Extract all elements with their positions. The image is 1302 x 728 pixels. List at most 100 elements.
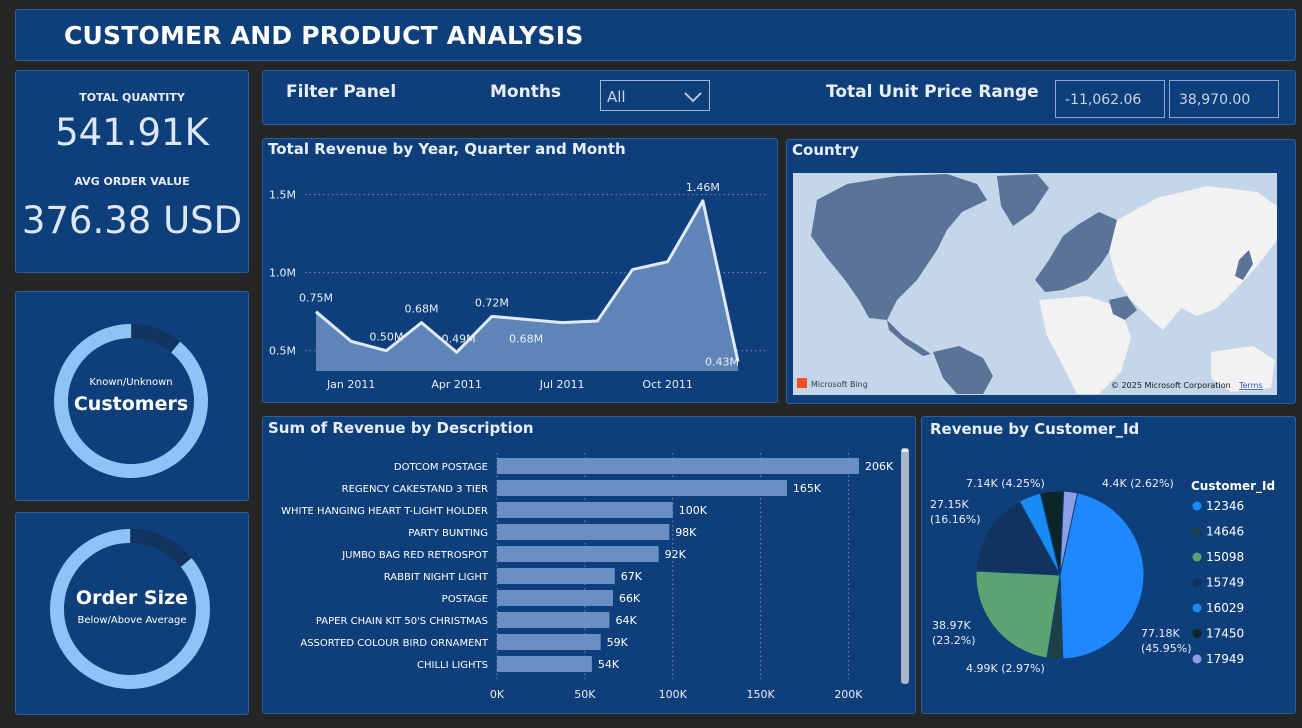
revenue-by-description-chart[interactable]: 0K 50K 100K 150K 200K DOTCOM POSTAGE 206K REGEN… <box>263 417 917 715</box>
legend-swatch <box>1192 578 1202 587</box>
legend-title: Customer_Id <box>1191 479 1275 494</box>
order-size-gauge-line1: Order Size <box>76 587 188 609</box>
x-tick-label: Oct 2011 <box>642 378 693 391</box>
data-label: 0.49M <box>442 332 476 345</box>
revenue-by-month-chart[interactable]: 0.5M 1.0M 1.5M 0.75M 0.50M 0.68M 0.49M 0.72M 0.6… <box>263 139 779 404</box>
pie-slice <box>975 570 1061 659</box>
legend-item: 16029 <box>1206 601 1244 615</box>
bar-category-label: CHILLI LIGHTS <box>417 660 488 671</box>
x-tick-label: 100K <box>659 688 688 701</box>
total-quantity-label: TOTAL QUANTITY <box>79 91 185 104</box>
y-tick-label: 0.5M <box>269 345 296 358</box>
bing-label: Microsoft Bing <box>811 380 868 389</box>
bar <box>497 480 787 496</box>
filter-panel-label: Filter Panel <box>286 82 397 102</box>
revenue-by-customer-card: Revenue by Customer_Id 77.18K (45.95%) 4.9… <box>921 416 1296 714</box>
y-tick-label: 1.5M <box>269 189 296 202</box>
revenue-by-customer-chart[interactable]: 77.18K (45.95%) 4.99K (2.97%) 38.97K (23.2%)… <box>922 417 1297 715</box>
bar-data-label: 59K <box>607 636 629 649</box>
bar-category-label: ASSORTED COLOUR BIRD ORNAMENT <box>300 638 489 649</box>
bar <box>497 502 673 518</box>
total-quantity-value: 541.91K <box>55 111 209 154</box>
revenue-by-month-card: Total Revenue by Year, Quarter and Month… <box>262 138 778 403</box>
bar <box>497 546 659 562</box>
bar-data-label: 66K <box>619 592 641 605</box>
title-bar: CUSTOMER AND PRODUCT ANALYSIS <box>15 9 1296 61</box>
scrollbar-thumb-top <box>902 449 908 452</box>
legend-item: 15749 <box>1206 576 1244 590</box>
customers-gauge-line2: Customers <box>74 393 188 415</box>
x-tick-label: Apr 2011 <box>431 378 482 391</box>
x-tick-label: 50K <box>574 688 596 701</box>
price-range-max-value: 38,970.00 <box>1179 92 1251 108</box>
legend-swatch <box>1192 552 1202 562</box>
avg-order-label: AVG ORDER VALUE <box>74 175 190 188</box>
data-label: 0.68M <box>405 303 439 316</box>
x-tick-label: 0K <box>490 688 505 701</box>
data-label: 0.68M <box>509 333 543 346</box>
data-label: 0.43M <box>705 356 739 369</box>
avg-order-value: 376.38 USD <box>21 199 243 242</box>
bar-data-label: 206K <box>865 460 894 473</box>
legend-swatch <box>1192 603 1202 613</box>
legend-swatch <box>1192 629 1202 638</box>
x-tick-label: 200K <box>834 688 863 701</box>
legend-swatch <box>1192 527 1202 536</box>
data-label: 0.75M <box>299 292 333 305</box>
customers-gauge-card[interactable]: Known/Unknown Customers <box>15 291 249 501</box>
legend-swatch <box>1192 654 1202 664</box>
legend-item: 17450 <box>1206 627 1244 641</box>
data-label: 0.50M <box>369 331 403 344</box>
map-terms-link[interactable]: Terms <box>1238 381 1263 390</box>
months-label: Months <box>490 82 562 102</box>
map-copyright: © 2025 Microsoft Corporation <box>1111 381 1231 390</box>
country-map[interactable]: Microsoft Bing © 2025 Microsoft Corporat… <box>787 140 1297 405</box>
bar-category-label: JUMBO BAG RED RETROSPOT <box>341 550 489 561</box>
bar-category-label: RABBIT NIGHT LIGHT <box>384 572 489 583</box>
price-range-min-value: -11,062.06 <box>1065 92 1142 108</box>
legend-item: 15098 <box>1206 550 1244 564</box>
bar-category-label: REGENCY CAKESTAND 3 TIER <box>342 484 488 495</box>
bar <box>497 656 592 672</box>
pie-data-label: (16.16%) <box>930 513 981 526</box>
bar-data-label: 64K <box>615 614 637 627</box>
bar-data-label: 92K <box>665 548 687 561</box>
y-tick-label: 1.0M <box>269 267 296 280</box>
data-label: 0.72M <box>475 296 509 309</box>
country-map-card: Country Microsoft Bing © 2025 Microsoft … <box>786 139 1296 404</box>
pie-data-label: (23.2%) <box>932 634 976 647</box>
pie-data-label: 4.4K (2.62%) <box>1102 477 1174 490</box>
order-size-gauge-card[interactable]: Order Size Below/Above Average <box>15 512 249 715</box>
bar-data-label: 165K <box>793 482 822 495</box>
price-range-label: Total Unit Price Range <box>826 82 1039 102</box>
scrollbar <box>901 448 909 684</box>
months-dropdown-value: All <box>607 88 626 106</box>
bar-data-label: 100K <box>679 504 708 517</box>
legend-item: 14646 <box>1206 525 1244 539</box>
bar <box>497 634 601 650</box>
bar-category-label: DOTCOM POSTAGE <box>394 462 488 473</box>
customers-donut: Known/Unknown Customers <box>54 324 208 478</box>
bar <box>497 612 610 628</box>
bar <box>497 568 615 584</box>
bar <box>497 458 859 474</box>
bar <box>497 524 670 540</box>
pie-data-label: 27.15K <box>930 498 969 511</box>
x-tick-label: Jul 2011 <box>539 378 585 391</box>
order-size-donut: Order Size Below/Above Average <box>50 529 210 689</box>
chevron-down-icon <box>684 92 702 103</box>
legend-swatch <box>1192 501 1202 511</box>
order-size-donut-fill <box>50 529 210 689</box>
pie-data-label: 77.18K <box>1141 627 1180 640</box>
legend-item: 17949 <box>1206 652 1244 666</box>
bar-data-label: 54K <box>598 658 620 671</box>
revenue-by-description-card: Sum of Revenue by Description 0K 50K 100K 1… <box>262 416 916 714</box>
bar-data-label: 98K <box>675 526 697 539</box>
pie-data-label: 7.14K (4.25%) <box>966 477 1045 490</box>
months-dropdown[interactable]: All <box>600 80 710 111</box>
data-label: 1.46M <box>686 181 720 194</box>
bar-data-label: 67K <box>621 570 643 583</box>
price-range-min-input[interactable]: -11,062.06 <box>1055 80 1165 118</box>
bar-category-label: WHITE HANGING HEART T-LIGHT HOLDER <box>281 506 488 517</box>
price-range-max-input[interactable]: 38,970.00 <box>1169 80 1279 118</box>
